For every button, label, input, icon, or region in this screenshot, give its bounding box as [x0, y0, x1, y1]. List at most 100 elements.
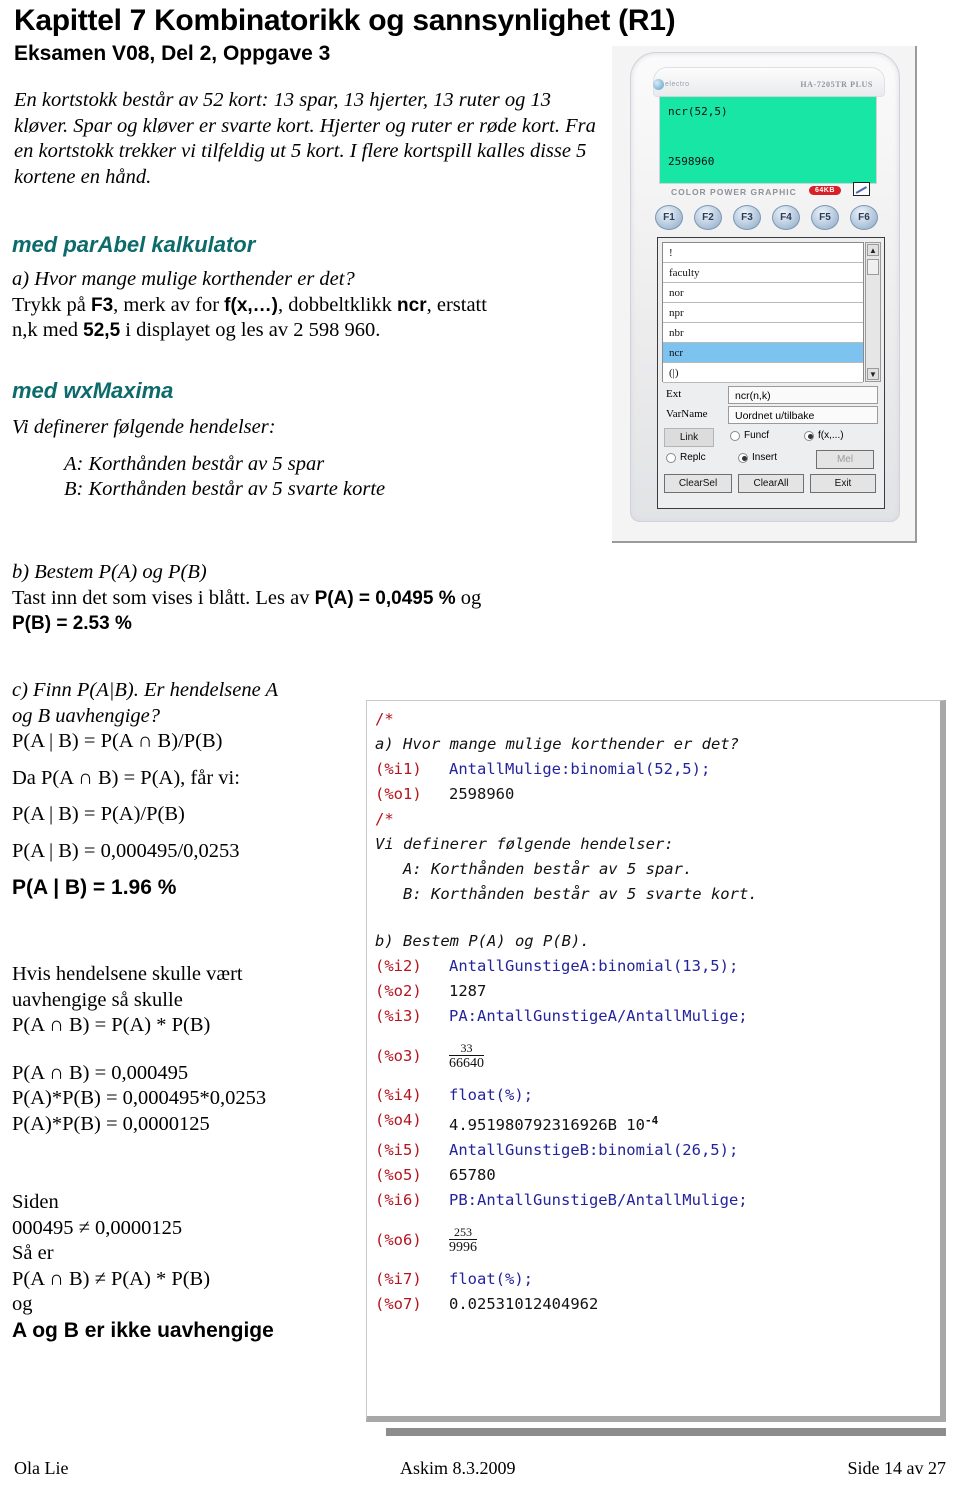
fraction-numerator: 253 [454, 1224, 472, 1239]
text-run: , erstatt [426, 293, 487, 316]
fkey-f3[interactable]: F3 [733, 205, 761, 230]
radio-dot-icon [666, 452, 676, 463]
list-item[interactable]: nor [663, 283, 863, 303]
calculator-body: electro HA-7205TR PLUS ncr(52,5) 2598960… [630, 52, 900, 522]
intro-paragraph: En kortstokk består av 52 kort: 13 spar,… [14, 89, 596, 188]
list-item[interactable]: ! [663, 243, 863, 263]
code-output-row-5: (%o5) 65780 [375, 1163, 934, 1188]
section-d-l4: P(A ∩ B) = 0,000495 [12, 1061, 189, 1084]
section-wx-text: Vi definerer følgende hendelser: A: Kort… [12, 415, 482, 503]
code-o2: 1287 [449, 982, 487, 1000]
wxmaxima-code-listing: /* a) Hvor mange mulige korthender er de… [375, 707, 934, 1317]
radio-dot-icon [804, 430, 814, 441]
prompt-i6: (%i6) [375, 1191, 422, 1210]
calculator-memory-badge: 64KB [809, 186, 841, 195]
section-b-text: b) Bestem P(A) og P(B) Tast inn det som … [12, 560, 482, 637]
section-a-text: a) Hvor mange mulige korthender er det? … [12, 267, 612, 344]
section-e-l1: Siden [12, 1191, 59, 1213]
list-item-selected-ncr[interactable]: ncr [663, 343, 863, 363]
footer-author: Ola Lie [14, 1458, 69, 1478]
section-c-l1: P(A | B) = P(A ∩ B)/P(B) [12, 730, 223, 752]
fkey-f6[interactable]: F6 [850, 205, 878, 230]
document-page: Kapittel 7 Kombinatorikk og sannsynlighe… [0, 0, 960, 1497]
value-pb: P(B) = 2.53 % [12, 613, 132, 634]
section-e-text: Siden 000495 ≠ 0,0000125 Så er P(A ∩ B) … [12, 1190, 362, 1343]
code-output-row-7: (%o7) 0.02531012404962 [375, 1292, 934, 1317]
section-c-q1: c) Finn P(A|B). Er hendelsene A [12, 679, 278, 701]
code-i6: PB:AntallGunstigeB/AntallMulige; [449, 1191, 748, 1210]
prompt-o1: (%o1) [375, 785, 422, 803]
code-output-row-1: (%o1) 2598960 [375, 782, 934, 807]
key-f3: F3 [90, 294, 114, 316]
lcd-expression: ncr(52,5) [668, 105, 728, 118]
mel-button[interactable]: Mel [816, 450, 874, 469]
list-item[interactable]: faculty [663, 263, 863, 283]
code-comment-open: /* [375, 710, 394, 728]
radio-dot-icon [730, 430, 740, 441]
function-list[interactable]: ! faculty nor npr nbr ncr (|) [662, 242, 864, 383]
section-a-question: a) Hvor mange mulige korthender er det? [12, 268, 355, 290]
heading-wxmaxima: med wxMaxima [12, 378, 174, 403]
function-ncr: ncr [397, 294, 427, 316]
radio-funcf[interactable]: Funcf [730, 430, 769, 441]
field-ext[interactable]: ncr(n,k) [728, 386, 878, 404]
fkey-f4[interactable]: F4 [772, 205, 800, 230]
radio-insert[interactable]: Insert [738, 452, 777, 463]
value-pa: P(A) = 0,0495 % [314, 587, 456, 609]
code-input-row-1: (%i1) AntallMulige:binomial(52,5); [375, 757, 934, 782]
scroll-down-icon[interactable]: ▼ [867, 368, 879, 380]
radio-fx[interactable]: f(x,...) [804, 430, 844, 441]
section-c-q2: og B uavhengige? [12, 704, 161, 727]
text-run: Tast inn det som vises i blått. Les av [12, 586, 315, 609]
prompt-o5: (%o5) [375, 1166, 422, 1185]
wx-lead: Vi definerer følgende hendelser: [12, 416, 276, 438]
code-comment-open-2: /* [375, 810, 394, 828]
list-item[interactable]: npr [663, 303, 863, 323]
list-scrollbar[interactable]: ▲ ▼ [865, 242, 881, 382]
link-button[interactable]: Link [664, 428, 714, 447]
section-d-l5: P(A)*P(B) = 0,000495*0,0253 [12, 1087, 267, 1109]
section-d-l2: uavhengige så skulle [12, 988, 183, 1011]
calculator-function-keys: F1 F2 F3 F4 F5 F6 [655, 203, 881, 233]
clearsel-button[interactable]: ClearSel [664, 474, 732, 493]
function-catalog-dialog: ! faculty nor npr nbr ncr (|) ▲ ▼ Ext nc… [657, 237, 885, 509]
calculator-logo-icon [653, 79, 664, 90]
exit-button[interactable]: Exit [810, 474, 876, 493]
fraction-denominator: 9996 [449, 1239, 477, 1255]
prompt-i2: (%i2) [375, 957, 422, 975]
clearall-button[interactable]: ClearAll [738, 474, 804, 493]
scroll-up-icon[interactable]: ▲ [867, 244, 879, 256]
code-input-row-2: (%i2) AntallGunstigeA:binomial(13,5); [375, 954, 934, 979]
fkey-f5[interactable]: F5 [811, 205, 839, 230]
code-output-row-3: (%o3) 33 66640 [375, 1029, 934, 1083]
radio-replc[interactable]: Replc [666, 452, 706, 463]
code-input-row-4: (%i4) float(%); [375, 1083, 934, 1108]
field-varname[interactable]: Uordnet u/tilbake [728, 406, 878, 424]
code-i4: float(%); [449, 1086, 533, 1104]
list-item[interactable]: nbr [663, 323, 863, 343]
section-c-result: P(A | B) = 1.96 % [12, 876, 177, 899]
code-i3: PA:AntallGunstigeA/AntallMulige; [449, 1007, 748, 1025]
text-run: , merk av for [113, 293, 225, 316]
section-b-question: b) Bestem P(A) og P(B) [12, 561, 207, 583]
code-input-row-5: (%i5) AntallGunstigeB:binomial(26,5); [375, 1138, 934, 1163]
code-input-row-7: (%i7) float(%); [375, 1267, 934, 1292]
section-d-l3: P(A ∩ B) = P(A) * P(B) [12, 1014, 211, 1036]
section-e-l3: Så er [12, 1242, 54, 1264]
code-comment-event-a: A: Korthånden består av 5 spar. [375, 860, 693, 878]
code-i5: AntallGunstigeB:binomial(26,5); [449, 1141, 739, 1160]
section-a-line1: Trykk på F3, merk av for f(x,…), dobbelt… [12, 293, 612, 319]
text-run: , dobbeltklikk [278, 293, 398, 316]
fkey-f2[interactable]: F2 [694, 205, 722, 230]
fraction-o3: 33 66640 [449, 1040, 484, 1073]
section-e-l4: P(A ∩ B) ≠ P(A) * P(B) [12, 1267, 211, 1290]
fkey-f1[interactable]: F1 [655, 205, 683, 230]
label-varname: VarName [666, 408, 708, 420]
scrollbar-thumb[interactable] [867, 259, 879, 275]
footer-page-number: Side 14 av 27 [847, 1458, 947, 1478]
code-output-row-2: (%o2) 1287 [375, 979, 934, 1004]
prompt-o4: (%o4) [375, 1111, 422, 1129]
section-e-conclusion: A og B er ikke uavhengige [12, 1318, 274, 1342]
list-item[interactable]: (|) [663, 363, 863, 383]
option-fx: f(x,…) [224, 294, 278, 316]
